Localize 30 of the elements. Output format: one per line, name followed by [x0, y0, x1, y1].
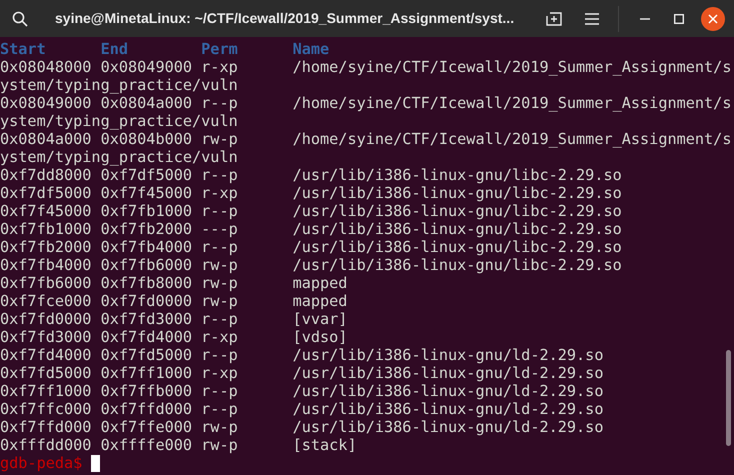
- maximize-icon: [674, 14, 684, 24]
- window-title: syine@MinetaLinux: ~/CTF/Icewall/2019_Summer_Assignment/syst...: [55, 9, 514, 28]
- prompt: gdb-peda$: [0, 454, 82, 472]
- memory-mapping-line: 0xf7fd5000 0xf7ff1000 r-xp /usr/lib/i386-linux-gnu/ld-2.29.so: [0, 364, 604, 382]
- new-tab-icon: [546, 12, 562, 26]
- memory-mapping-line: 0xfffdd000 0xffffe000 rw-p [stack]: [0, 436, 358, 454]
- search-icon: [12, 10, 28, 26]
- memory-mapping-line: 0xf7fb2000 0xf7fb4000 r--p /usr/lib/i386-linux-gnu/libc-2.29.so: [0, 238, 623, 256]
- column-header: Name: [292, 40, 330, 58]
- memory-mapping-line: 0xf7f45000 0xf7fb1000 r--p /usr/lib/i386-linux-gnu/libc-2.29.so: [0, 202, 623, 220]
- memory-mapping-line: 0xf7ffd000 0xf7ffe000 rw-p /usr/lib/i386-linux-gnu/ld-2.29.so: [0, 418, 604, 436]
- menu-icon: [585, 12, 599, 24]
- memory-mapping-line: 0xf7fce000 0xf7fd0000 rw-p mapped: [0, 292, 348, 310]
- memory-mapping-line: 0xf7fd4000 0xf7fd5000 r--p /usr/lib/i386-linux-gnu/ld-2.29.so: [0, 346, 604, 364]
- memory-mapping-line: 0xf7fb1000 0xf7fb2000 ---p /usr/lib/i386-linux-gnu/libc-2.29.so: [0, 220, 623, 238]
- memory-mapping-line: 0xf7fb4000 0xf7fb6000 rw-p /usr/lib/i386-linux-gnu/libc-2.29.so: [0, 256, 623, 274]
- memory-mapping-line: 0xf7df5000 0xf7f45000 r-xp /usr/lib/i386-linux-gnu/libc-2.29.so: [0, 184, 623, 202]
- memory-mapping-line: 0xf7ffc000 0xf7ffd000 r--p /usr/lib/i386-linux-gnu/ld-2.29.so: [0, 400, 604, 418]
- column-header: End: [100, 40, 130, 58]
- memory-mapping-line: 0xf7fd3000 0xf7fd4000 r-xp [vdso]: [0, 328, 348, 346]
- memory-mapping-line: 0xf7fb6000 0xf7fb8000 rw-p mapped: [0, 274, 348, 292]
- memory-mapping-line: 0xf7dd8000 0xf7df5000 r--p /usr/lib/i386-linux-gnu/libc-2.29.so: [0, 166, 623, 184]
- column-header: Perm: [201, 40, 239, 58]
- cursor: [91, 454, 100, 472]
- memory-mapping-line: 0xf7ff1000 0xf7ffb000 r--p /usr/lib/i386-linux-gnu/ld-2.29.so: [0, 382, 604, 400]
- close-button[interactable]: [701, 6, 725, 30]
- column-header: Start: [0, 40, 47, 58]
- close-icon: [708, 14, 718, 24]
- minimize-icon: [640, 18, 650, 20]
- memory-mapping-line: 0xf7fd0000 0xf7fd3000 r--p [vvar]: [0, 310, 348, 328]
